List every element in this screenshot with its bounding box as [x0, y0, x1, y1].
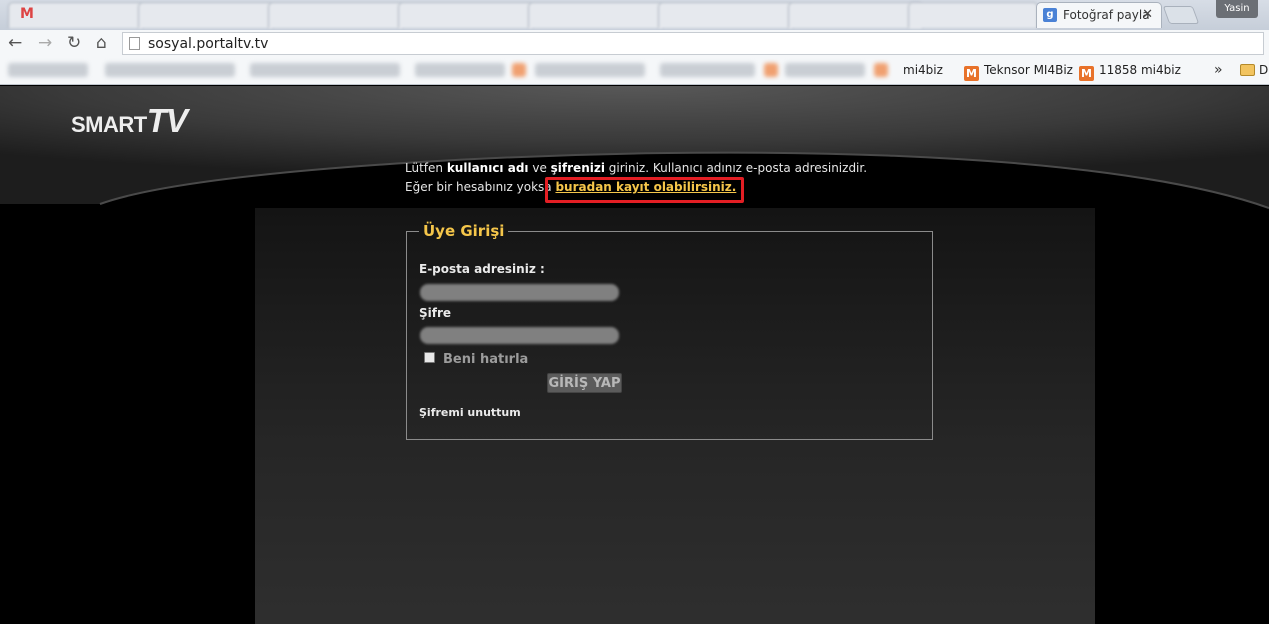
bookmark-item[interactable]: M 11858 mi4biz [1079, 63, 1181, 81]
bookmarks-bar: mi4biz M Teknsor MI4Biz M 11858 mi4biz » D [0, 57, 1269, 85]
browser-tabstrip: M g Fotoğraf payla ✕ Yasin [0, 0, 1269, 30]
m-icon: M [964, 66, 979, 81]
password-label: Şifre [419, 306, 452, 320]
folder-icon[interactable] [1240, 64, 1255, 76]
browser-tab[interactable] [658, 2, 793, 28]
site-logo[interactable]: SMARTTV [71, 102, 188, 140]
url-text: sosyal.portaltv.tv [148, 36, 269, 52]
bookmark-blurred-icon [874, 63, 888, 77]
highlight-annotation [545, 177, 744, 203]
bookmark-blurred[interactable] [8, 63, 88, 77]
bookmark-blurred[interactable] [105, 63, 235, 77]
bookmark-blurred[interactable] [415, 63, 505, 77]
forward-arrow-icon[interactable]: → [38, 33, 52, 53]
google-icon: g [1043, 8, 1057, 22]
email-field[interactable] [420, 284, 619, 301]
forgot-password-link[interactable]: Şifremi unuttum [419, 406, 521, 419]
bookmark-folder-label[interactable]: D [1259, 63, 1268, 77]
browser-tab[interactable] [268, 2, 403, 28]
m-icon: M [1079, 66, 1094, 81]
email-label: E-posta adresiniz : [419, 262, 545, 276]
login-legend: Üye Girişi [423, 222, 505, 240]
intro-line-1: Lütfen kullanıcı adı ve şifrenizi girini… [405, 161, 868, 175]
browser-tab-active[interactable]: g Fotoğraf payla ✕ [1036, 2, 1162, 28]
bookmark-blurred[interactable] [785, 63, 865, 77]
browser-toolbar: ← → ↻ ⌂ sosyal.portaltv.tv [0, 30, 1269, 57]
home-icon[interactable]: ⌂ [96, 33, 107, 53]
bookmark-blurred[interactable] [250, 63, 400, 77]
browser-tab[interactable] [398, 2, 533, 28]
reload-icon[interactable]: ↻ [67, 33, 81, 53]
browser-tab[interactable] [138, 2, 273, 28]
bookmark-item[interactable]: mi4biz [903, 63, 943, 77]
bookmark-blurred-icon [764, 63, 778, 77]
close-icon[interactable]: ✕ [1142, 7, 1153, 22]
browser-tab[interactable] [788, 2, 923, 28]
bookmarks-overflow-button[interactable]: » [1214, 62, 1223, 78]
remember-checkbox[interactable] [424, 352, 435, 363]
browser-tab[interactable] [908, 2, 1038, 28]
password-field[interactable] [420, 327, 619, 344]
user-profile-button[interactable]: Yasin [1216, 0, 1258, 18]
bookmark-blurred-icon [512, 63, 526, 77]
gmail-icon: M [20, 6, 34, 22]
back-arrow-icon[interactable]: ← [8, 33, 22, 53]
bookmark-blurred[interactable] [535, 63, 645, 77]
login-button[interactable]: GİRİŞ YAP [547, 373, 622, 393]
browser-tab[interactable] [528, 2, 663, 28]
remember-label: Beni hatırla [443, 352, 529, 367]
new-tab-button[interactable] [1162, 6, 1200, 24]
bookmark-item[interactable]: M Teknsor MI4Biz [964, 63, 1073, 81]
bookmark-blurred[interactable] [660, 63, 755, 77]
address-bar[interactable]: sosyal.portaltv.tv [122, 32, 1264, 55]
tab-title: Fotoğraf payla [1063, 8, 1150, 22]
page-icon [129, 37, 140, 50]
